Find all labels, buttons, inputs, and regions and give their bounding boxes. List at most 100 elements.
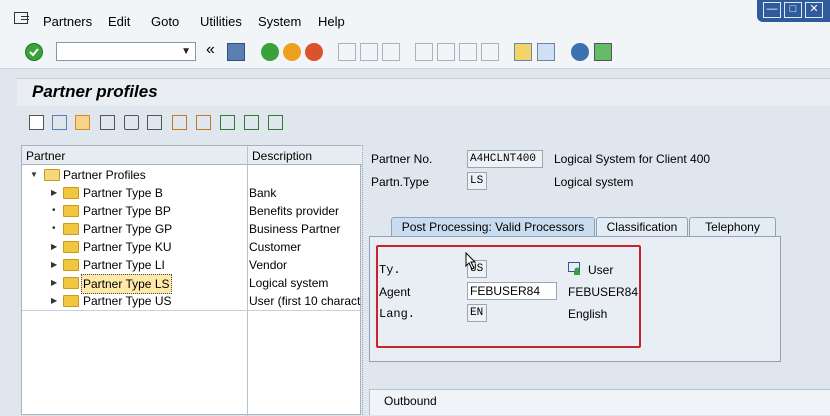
expand-arrow-icon[interactable]: ▶: [51, 292, 57, 310]
tree-root-row[interactable]: ▼ Partner Profiles: [22, 166, 362, 184]
folder-icon: [63, 205, 79, 217]
tree-row-gp[interactable]: • Partner Type GP Business Partner: [22, 220, 362, 238]
leaf-bullet-icon: •: [52, 223, 56, 234]
tree-root-label: Partner Profiles: [63, 168, 146, 182]
partner-type-description: Logical system: [554, 175, 634, 189]
tree-row-ku[interactable]: ▶ Partner Type KU Customer: [22, 238, 362, 256]
outbound-table: Outbound: [369, 389, 830, 415]
enter-icon[interactable]: [25, 43, 43, 61]
outbound-header: Outbound: [384, 394, 437, 408]
tree-row-description: Benefits provider: [249, 204, 340, 218]
expand-all-icon[interactable]: [244, 115, 259, 130]
chevron-down-icon[interactable]: ▼: [181, 46, 191, 57]
tree-row-b[interactable]: ▶ Partner Type B Bank: [22, 184, 362, 202]
last-page-icon[interactable]: [481, 43, 499, 61]
partner-no-label: Partner No.: [371, 152, 433, 166]
folder-icon: [63, 241, 79, 253]
open-folder-icon: [44, 169, 60, 181]
delete-icon[interactable]: [124, 115, 139, 130]
maximize-button[interactable]: □: [784, 2, 802, 18]
tree-row-divider: [22, 310, 362, 311]
tree-row-label: Partner Type LI: [83, 258, 165, 272]
leaf-bullet-icon: •: [52, 205, 56, 216]
folder-icon: [63, 277, 79, 289]
check-icon[interactable]: [147, 115, 162, 130]
tree-row-label: Partner Type US: [83, 294, 172, 308]
menu-bar: Partners Edit Goto Utilities System Help…: [0, 0, 830, 40]
command-field[interactable]: ▼: [56, 42, 196, 61]
tree-row-li[interactable]: ▶ Partner Type LI Vendor: [22, 256, 362, 274]
menu-help[interactable]: Help: [318, 14, 345, 29]
copy-icon[interactable]: [100, 115, 115, 130]
system-menu-icon[interactable]: [14, 12, 29, 24]
folder-icon: [63, 187, 79, 199]
tree-header-description[interactable]: Description: [248, 146, 362, 165]
menu-edit[interactable]: Edit: [108, 14, 130, 29]
hierarchy-icon[interactable]: [196, 115, 211, 130]
tree-row-bp[interactable]: • Partner Type BP Benefits provider: [22, 202, 362, 220]
title-bar: Partner profiles: [17, 78, 830, 106]
shortcut-icon[interactable]: [537, 43, 555, 61]
exit-icon[interactable]: [283, 43, 301, 61]
next-page-icon[interactable]: [459, 43, 477, 61]
folder-icon: [63, 295, 79, 307]
collapse-arrow-icon[interactable]: ▼: [30, 166, 38, 184]
create-session-icon[interactable]: [514, 43, 532, 61]
mouse-cursor-icon: [465, 251, 477, 273]
tree-row-ls[interactable]: ▶ Partner Type LS Logical system: [22, 274, 362, 294]
partner-type-field[interactable]: LS: [467, 172, 487, 190]
menu-utilities[interactable]: Utilities: [200, 14, 242, 29]
tree-row-description: User (first 10 charact: [249, 294, 361, 308]
tree-row-label: Partner Type KU: [83, 240, 172, 254]
tree-row-label: Partner Type B: [83, 186, 163, 200]
back-icon[interactable]: [261, 43, 279, 61]
sender-icon[interactable]: [172, 115, 187, 130]
pane-splitter[interactable]: [362, 145, 366, 415]
tab-classification[interactable]: Classification: [596, 217, 688, 237]
tree-row-label: Partner Type GP: [83, 222, 173, 236]
partner-tree: Partner Description ▼ Partner Profiles ▶…: [21, 145, 362, 416]
highlight-box: [376, 245, 641, 348]
change-icon[interactable]: [52, 115, 67, 130]
page-title: Partner profiles: [32, 82, 158, 101]
previous-page-icon[interactable]: [437, 43, 455, 61]
partner-no-field[interactable]: A4HCLNT400: [467, 150, 543, 168]
tree-row-us[interactable]: ▶ Partner Type US User (first 10 charact: [22, 292, 362, 310]
collapse-all-icon[interactable]: [268, 115, 283, 130]
column-header-description: Description: [252, 149, 313, 163]
menu-partners[interactable]: Partners: [43, 14, 92, 29]
standard-toolbar: ▼ «: [0, 40, 830, 69]
find-icon[interactable]: [360, 43, 378, 61]
menu-system[interactable]: System: [258, 14, 301, 29]
expand-arrow-icon[interactable]: ▶: [51, 238, 57, 256]
tree-header-partner[interactable]: Partner: [22, 146, 247, 165]
display-icon[interactable]: [75, 115, 90, 130]
tab-post-processing[interactable]: Post Processing: Valid Processors: [391, 217, 595, 237]
first-page-icon[interactable]: [415, 43, 433, 61]
save-icon[interactable]: [227, 43, 245, 61]
tree-row-label: Partner Type BP: [83, 204, 171, 218]
help-icon[interactable]: [571, 43, 589, 61]
application-toolbar: [17, 106, 830, 139]
find-next-icon[interactable]: [382, 43, 400, 61]
export-icon[interactable]: [220, 115, 235, 130]
back-history-icon[interactable]: «: [206, 41, 215, 59]
tree-row-description: Bank: [249, 186, 277, 200]
minimize-button[interactable]: —: [763, 2, 781, 18]
tree-row-description: Business Partner: [249, 222, 341, 236]
folder-icon: [63, 223, 79, 235]
tab-telephony[interactable]: Telephony: [689, 217, 776, 237]
window-controls: — □ ✕: [757, 0, 830, 22]
tree-row-description: Customer: [249, 240, 302, 254]
expand-arrow-icon[interactable]: ▶: [51, 256, 57, 274]
cancel-icon[interactable]: [305, 43, 323, 61]
customize-layout-icon[interactable]: [594, 43, 612, 61]
create-icon[interactable]: [29, 115, 44, 130]
expand-arrow-icon[interactable]: ▶: [51, 274, 57, 292]
partner-type-label: Partn.Type: [371, 175, 430, 189]
column-header-partner: Partner: [26, 149, 66, 163]
expand-arrow-icon[interactable]: ▶: [51, 184, 57, 202]
close-button[interactable]: ✕: [805, 2, 823, 18]
menu-goto[interactable]: Goto: [151, 14, 179, 29]
print-icon[interactable]: [338, 43, 356, 61]
